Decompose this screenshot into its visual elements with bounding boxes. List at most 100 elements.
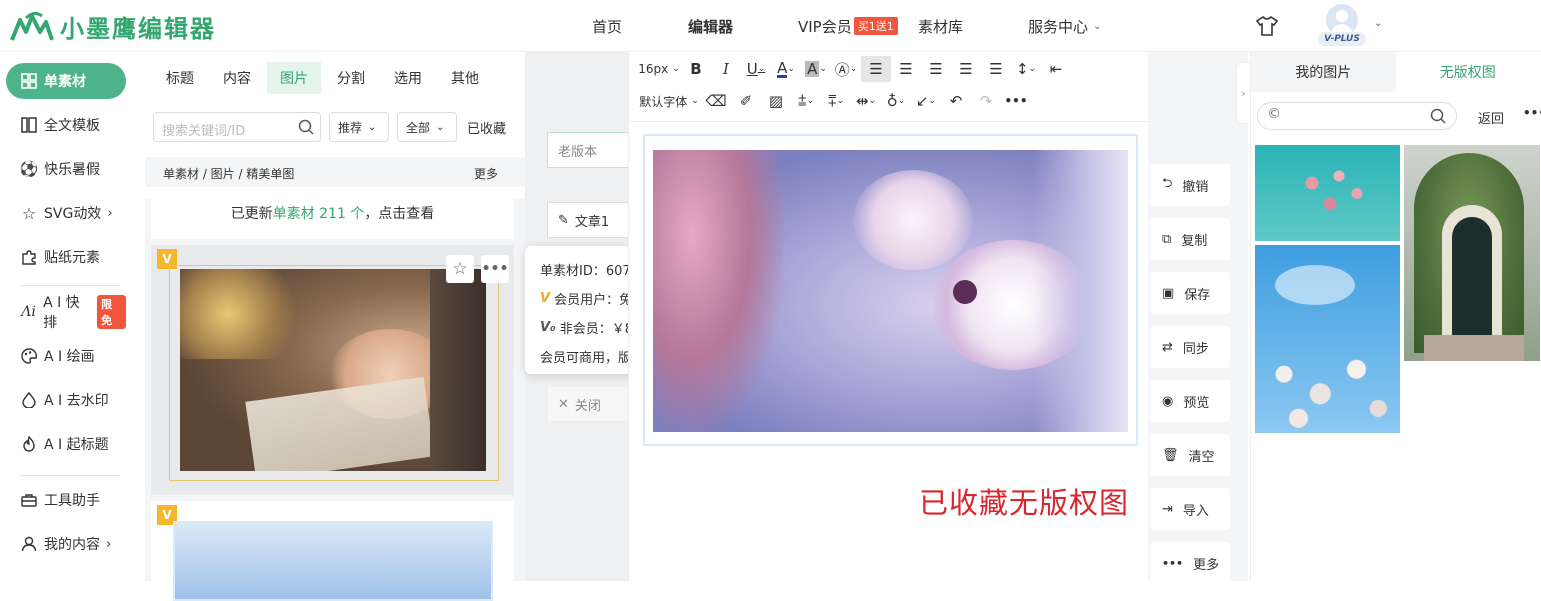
import-button[interactable]: ⇥ 导入 bbox=[1150, 488, 1230, 530]
sort-select[interactable]: 推荐 ⌄ bbox=[329, 112, 389, 142]
preview-button[interactable]: ◉ 预览 bbox=[1150, 380, 1230, 422]
nav-item-label: 单素材 bbox=[44, 74, 86, 90]
nav-item-template[interactable]: 全文模板 bbox=[6, 107, 126, 143]
brand-logo[interactable]: 小墨鹰编辑器 bbox=[8, 9, 216, 44]
tab-content[interactable]: 内容 bbox=[210, 62, 264, 94]
back-link[interactable]: 返回 bbox=[1478, 108, 1504, 127]
tab-free-images[interactable]: 无版权图 bbox=[1395, 52, 1540, 92]
tshirt-icon[interactable] bbox=[1255, 15, 1279, 41]
nav-item-summer[interactable]: ⚽ 快乐暑假 bbox=[6, 151, 126, 187]
library-image[interactable] bbox=[1255, 145, 1400, 241]
arrow-icon[interactable]: ↙ ⌄ bbox=[911, 88, 941, 114]
material-panel: 标题 内容 图片 分割 选用 其他 搜索关键词/ID 推荐 ⌄ 全部 ⌄ 已收藏… bbox=[145, 52, 525, 601]
nav-item-ai-paint[interactable]: A I 绘画 bbox=[6, 338, 126, 374]
library-image[interactable] bbox=[1255, 245, 1400, 433]
highlight-icon[interactable]: A ⌄ bbox=[801, 56, 831, 82]
drop-icon bbox=[20, 391, 38, 409]
import-icon: ⇥ bbox=[1162, 501, 1173, 517]
image-icon[interactable]: ▨ bbox=[761, 88, 791, 114]
nav-item-svg[interactable]: ☆ SVG动效 › bbox=[6, 195, 126, 231]
search-icon[interactable] bbox=[1430, 108, 1446, 124]
search-icon[interactable] bbox=[298, 119, 314, 135]
indent-icon[interactable]: ☰ bbox=[981, 56, 1011, 82]
tab-title[interactable]: 标题 bbox=[153, 62, 207, 94]
font-family-select[interactable]: 默认字体 ⌄ bbox=[637, 88, 701, 114]
material-card[interactable]: V ☆ ••• bbox=[151, 245, 514, 495]
margin-icon[interactable]: ⇹ ⌄ bbox=[851, 88, 881, 114]
update-notice[interactable]: 已更新单素材 211 个，点击查看 bbox=[151, 189, 514, 239]
material-card[interactable]: V bbox=[151, 501, 514, 601]
nav-vip[interactable]: VIP会员 买1送1 bbox=[798, 0, 898, 52]
save-button[interactable]: ▣ 保存 bbox=[1150, 272, 1230, 314]
library-image[interactable] bbox=[1404, 145, 1540, 361]
update-link[interactable]: 单素材 211 个 bbox=[273, 206, 365, 222]
align-center-icon[interactable]: ☰ bbox=[891, 56, 921, 82]
chevron-down-icon: ⌄ bbox=[368, 121, 377, 133]
nav-item-ai-watermark[interactable]: A I 去水印 bbox=[6, 382, 126, 418]
avatar[interactable]: V-PLUS bbox=[1318, 4, 1366, 48]
nav-item-sticker[interactable]: 贴纸元素 bbox=[6, 239, 126, 275]
collapse-rail[interactable]: › bbox=[1236, 62, 1250, 124]
breadcrumb: 单素材 / 图片 / 精美单图 更多 bbox=[145, 157, 525, 187]
spacing-top-icon[interactable]: ⩲ ⌄ bbox=[791, 88, 821, 114]
old-version-label: 老版本 bbox=[558, 144, 598, 160]
bulb-icon[interactable]: ♁ ⌄ bbox=[881, 88, 911, 114]
exit-icon[interactable]: ⇤ bbox=[1041, 56, 1071, 82]
more-options-icon[interactable]: ••• bbox=[1523, 106, 1541, 120]
format-brush-icon[interactable]: ✐ bbox=[731, 88, 761, 114]
filter-select[interactable]: 全部 ⌄ bbox=[397, 112, 457, 142]
side-actions: ⮌ 撤销 ⧉ 复制 ▣ 保存 ⇄ 同步 ◉ 预览 🗑 清空 ⇥ 导入 ••• 更多 bbox=[1148, 52, 1248, 584]
italic-icon[interactable]: I bbox=[711, 56, 741, 82]
undo-icon[interactable]: ↶ bbox=[941, 88, 971, 114]
favorites-link[interactable]: 已收藏 bbox=[467, 118, 506, 137]
tab-divider[interactable]: 分割 bbox=[324, 62, 378, 94]
sync-button[interactable]: ⇄ 同步 bbox=[1150, 326, 1230, 368]
tab-selected[interactable]: 选用 bbox=[381, 62, 435, 94]
favorite-star-icon[interactable]: ☆ bbox=[446, 255, 474, 283]
tab-my-images[interactable]: 我的图片 bbox=[1251, 52, 1396, 92]
undo-button[interactable]: ⮌ 撤销 bbox=[1150, 164, 1230, 206]
font-size-value: 16px bbox=[638, 62, 669, 76]
more-tools-icon[interactable]: ••• bbox=[1001, 88, 1031, 114]
text-effect-icon[interactable]: Ⓐ ⌄ bbox=[831, 56, 861, 82]
eraser-icon[interactable]: ⌫ bbox=[701, 88, 731, 114]
tab-other[interactable]: 其他 bbox=[438, 62, 492, 94]
nav-editor[interactable]: 编辑器 bbox=[688, 0, 733, 52]
nav-item-my-content[interactable]: 我的内容 › bbox=[6, 526, 126, 562]
nav-library[interactable]: 素材库 bbox=[918, 0, 963, 52]
nav-home[interactable]: 首页 bbox=[592, 0, 622, 52]
more-options-icon[interactable]: ••• bbox=[481, 255, 509, 283]
chevron-down-icon[interactable]: ⌄ bbox=[1374, 18, 1382, 29]
copy-button[interactable]: ⧉ 复制 bbox=[1150, 218, 1230, 260]
align-right-icon[interactable]: ☰ bbox=[921, 56, 951, 82]
more-link[interactable]: 更多 bbox=[474, 165, 498, 182]
redo-icon[interactable]: ↷ bbox=[971, 88, 1001, 114]
import-label: 导入 bbox=[1182, 503, 1209, 519]
search-input[interactable]: 搜索关键词/ID bbox=[153, 112, 321, 142]
tab-image[interactable]: 图片 bbox=[267, 62, 321, 94]
align-justify-icon[interactable]: ☰ bbox=[951, 56, 981, 82]
nav-item-toolbox[interactable]: 工具助手 bbox=[6, 482, 126, 518]
font-size-select[interactable]: 16px ⌄ bbox=[637, 56, 681, 82]
align-left-icon[interactable]: ☰ bbox=[861, 56, 891, 82]
nav-item-ai-layout[interactable]: Λi A I 快排 限免 bbox=[6, 294, 126, 331]
soccer-ball-icon: ⚽ bbox=[19, 160, 39, 178]
image-search-input[interactable]: © bbox=[1257, 102, 1457, 130]
search-placeholder: 搜索关键词/ID bbox=[162, 124, 246, 139]
edit-icon: ✎ bbox=[558, 212, 569, 228]
spacing-bottom-icon[interactable]: ⩱ ⌄ bbox=[821, 88, 851, 114]
line-height-icon[interactable]: ↕ ⌄ bbox=[1011, 56, 1041, 82]
nav-service[interactable]: 服务中心 ⌄ bbox=[1028, 0, 1101, 52]
image-block[interactable] bbox=[643, 134, 1138, 446]
font-color-icon[interactable]: A ⌄ bbox=[771, 56, 801, 82]
save-icon: ▣ bbox=[1162, 285, 1175, 301]
nav-item-single-material[interactable]: 单素材 bbox=[6, 63, 126, 99]
more-button[interactable]: ••• 更多 bbox=[1150, 542, 1230, 584]
nav-item-ai-title[interactable]: A I 起标题 bbox=[6, 426, 126, 462]
old-version-button[interactable]: 老版本 bbox=[547, 132, 637, 168]
clear-button[interactable]: 🗑 清空 bbox=[1150, 434, 1230, 476]
underline-icon[interactable]: U ⌄ bbox=[741, 56, 771, 82]
bold-icon[interactable]: B bbox=[681, 56, 711, 82]
close-document-button[interactable]: ✕ 关闭 bbox=[547, 386, 637, 422]
article-tab[interactable]: ✎ 文章1 bbox=[547, 202, 637, 238]
